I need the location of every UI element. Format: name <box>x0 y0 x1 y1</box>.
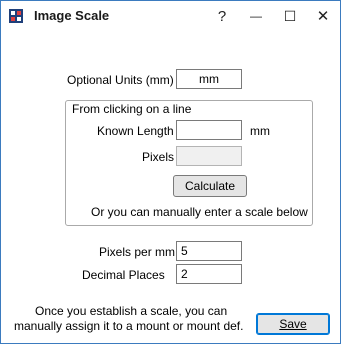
title-bar[interactable]: Image Scale ? — ☐ ✕ <box>1 1 340 31</box>
pixels-per-mm-label: Pixels per mm <box>99 245 176 259</box>
close-icon: ✕ <box>316 8 330 25</box>
pixels-input <box>176 146 242 166</box>
known-length-label: Known Length <box>97 124 174 138</box>
maximize-icon: ☐ <box>283 7 297 24</box>
units-label: Optional Units (mm) <box>67 73 174 87</box>
decimal-places-input[interactable] <box>176 264 242 284</box>
pixels-label: Pixels <box>142 150 175 164</box>
known-length-input[interactable] <box>176 120 242 140</box>
close-button[interactable]: ✕ <box>306 1 340 31</box>
window-title: Image Scale <box>34 8 110 23</box>
image-scale-window: Image Scale ? — ☐ ✕ Optional Units (mm) … <box>0 0 341 344</box>
calculate-button[interactable]: Calculate <box>173 175 247 197</box>
known-length-unit: mm <box>250 124 270 138</box>
grid-app-icon <box>9 9 23 23</box>
help-button[interactable]: ? <box>205 1 239 31</box>
footer-note-line1: Once you establish a scale, you can <box>35 304 228 318</box>
line-group-caption: From clicking on a line <box>71 102 193 116</box>
minimize-icon: — <box>250 9 262 23</box>
units-input[interactable] <box>176 69 242 89</box>
pixels-per-mm-input[interactable] <box>176 241 242 261</box>
help-icon: ? <box>217 7 227 25</box>
footer-note-line2: manually assign it to a mount or mount d… <box>14 319 244 333</box>
save-button[interactable]: Save <box>256 313 330 335</box>
minimize-button[interactable]: — <box>239 1 273 31</box>
save-button-label: Save <box>279 317 307 331</box>
manual-scale-hint: Or you can manually enter a scale below <box>91 205 308 219</box>
maximize-button[interactable]: ☐ <box>273 1 307 31</box>
dialog-body: Optional Units (mm) From clicking on a l… <box>1 31 340 343</box>
decimal-places-label: Decimal Places <box>82 268 165 282</box>
